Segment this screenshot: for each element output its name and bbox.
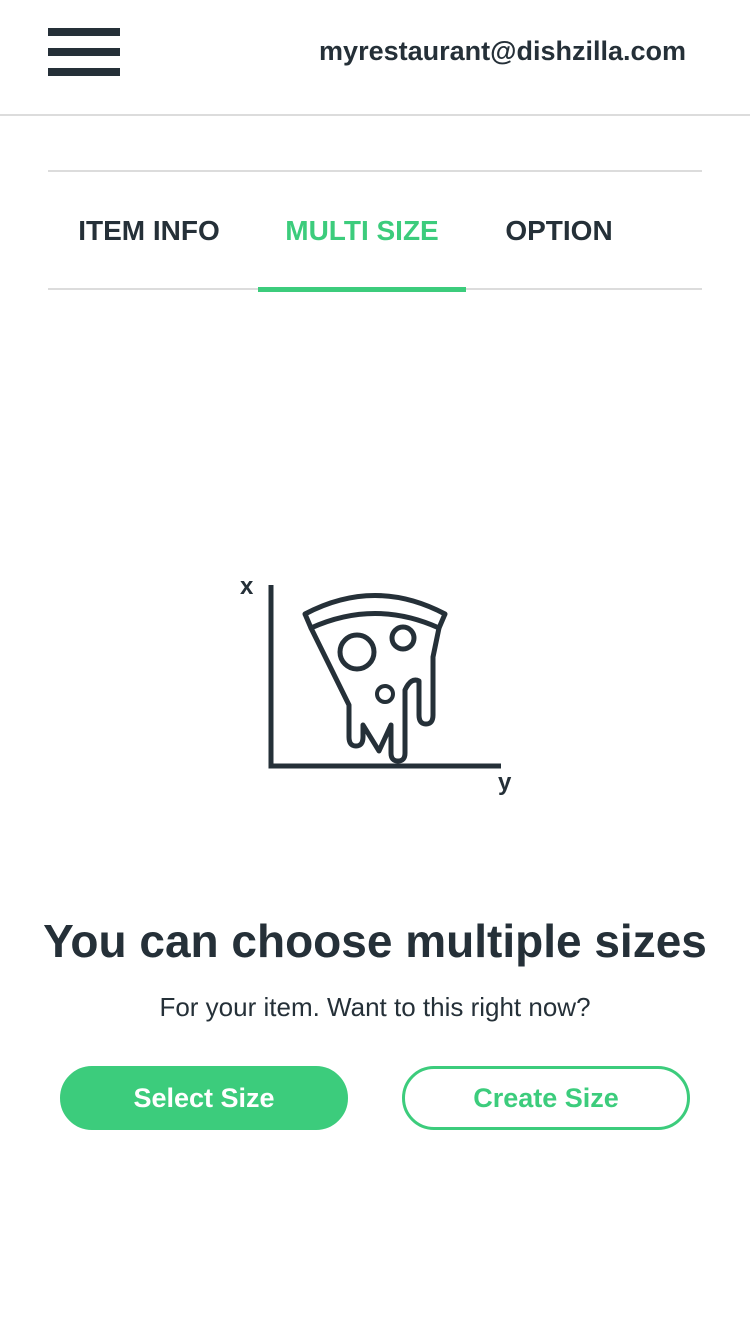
account-email: myrestaurant@dishzilla.com bbox=[319, 36, 686, 66]
tab-multi-size[interactable]: MULTI SIZE bbox=[258, 172, 466, 292]
empty-state-subtitle: For your item. Want to this right now? bbox=[159, 992, 591, 1022]
tab-item-info[interactable]: ITEM INFO bbox=[48, 172, 250, 290]
axis-x-label: x bbox=[240, 573, 254, 600]
tab-option[interactable]: OPTION bbox=[478, 172, 640, 290]
hamburger-menu-icon[interactable] bbox=[48, 28, 120, 76]
axis-y-label: y bbox=[498, 769, 512, 796]
select-size-button[interactable]: Select Size bbox=[60, 1066, 348, 1130]
empty-state-title: You can choose multiple sizes bbox=[43, 915, 707, 967]
app-header: myrestaurant@dishzilla.com bbox=[0, 0, 750, 116]
pizza-slice-chart-icon: x y bbox=[240, 573, 512, 796]
tab-bar: ITEM INFO MULTI SIZE OPTION bbox=[48, 170, 702, 292]
create-size-button[interactable]: Create Size bbox=[402, 1066, 690, 1130]
